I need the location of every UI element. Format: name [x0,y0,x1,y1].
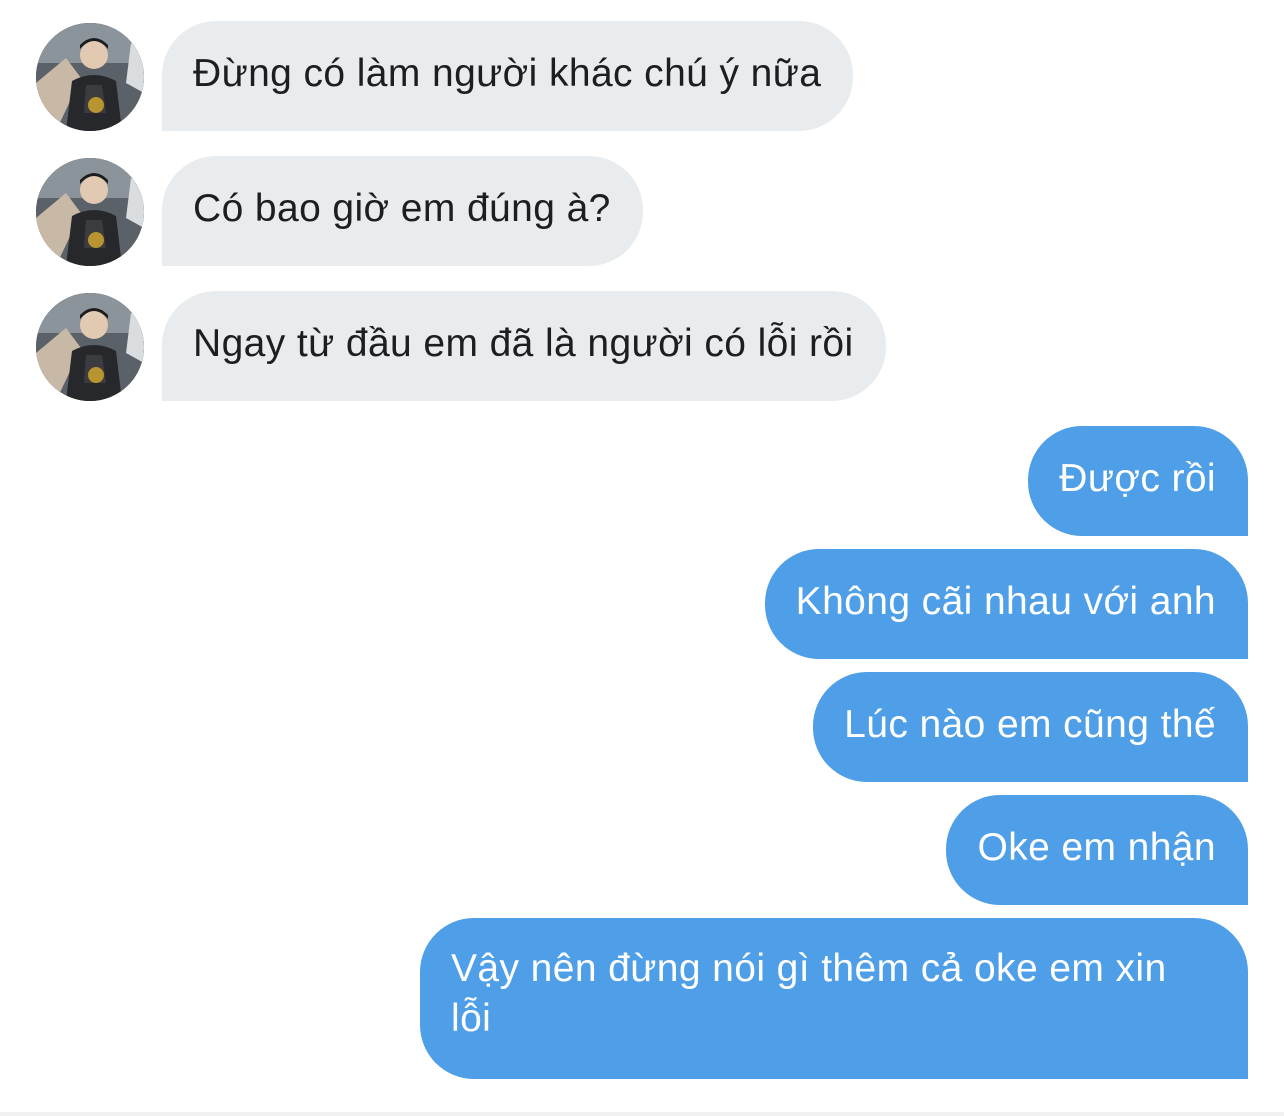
message-bubble-outgoing[interactable]: Không cãi nhau với anh [764,549,1248,659]
avatar-photo-icon [36,158,144,266]
message-text: Có bao giờ em đúng à? [193,187,611,230]
message-bubble-outgoing[interactable]: Lúc nào em cũng thế [813,672,1248,782]
message-text: Được rồi [1059,457,1216,500]
message-bubble-incoming[interactable]: Có bao giờ em đúng à? [162,156,643,266]
message-bubble-incoming[interactable]: Đừng có làm người khác chú ý nữa [162,21,854,131]
message-bubble-incoming[interactable]: Ngay từ đầu em đã là người có lỗi rồi [162,291,886,401]
message-text: Ngay từ đầu em đã là người có lỗi rồi [193,322,854,365]
message-text: Vậy nên đừng nói gì thêm cả oke em xin l… [451,947,1167,1040]
contact-avatar[interactable] [36,158,144,266]
message-bubble-outgoing[interactable]: Được rồi [1028,426,1248,536]
contact-avatar[interactable] [36,23,144,131]
message-bubble-outgoing[interactable]: Oke em nhận [946,795,1248,905]
message-bubble-outgoing[interactable]: Vậy nên đừng nói gì thêm cả oke em xin l… [420,918,1248,1079]
avatar-photo-icon [36,293,144,401]
message-text: Không cãi nhau với anh [795,580,1216,623]
contact-avatar[interactable] [36,293,144,401]
avatar-photo-icon [36,23,144,131]
message-text: Lúc nào em cũng thế [844,703,1216,746]
message-text: Đừng có làm người khác chú ý nữa [193,52,822,95]
message-thread: Đừng có làm người khác chú ý nữa Có bao … [0,0,1284,1116]
divider [0,1112,1284,1116]
message-text: Oke em nhận [977,826,1216,869]
